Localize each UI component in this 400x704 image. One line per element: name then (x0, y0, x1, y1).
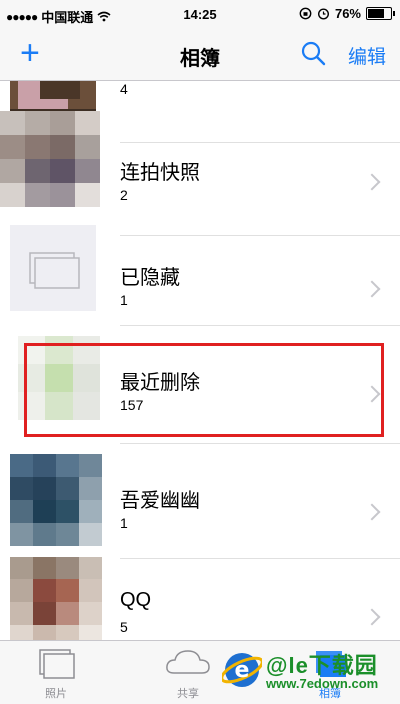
album-thumbnail (18, 336, 100, 420)
chevron-right-icon (363, 385, 381, 403)
album-row-hidden[interactable]: 已隐藏 1 (0, 213, 400, 326)
album-count: 4 (120, 81, 128, 97)
tab-shared[interactable]: 共享 (148, 647, 228, 700)
tab-label: 共享 (177, 688, 199, 700)
album-count: 5 (120, 619, 128, 635)
chevron-right-icon (363, 280, 381, 298)
album-count: 1 (120, 515, 128, 531)
search-icon[interactable] (300, 40, 326, 66)
album-row-burst[interactable]: 连拍快照 2 (0, 106, 400, 236)
photos-tab-icon (39, 649, 75, 679)
album-name: 连拍快照 (120, 162, 200, 184)
album-count: 1 (120, 292, 128, 308)
album-name: 最近删除 (120, 372, 200, 394)
nav-bar: + 相簿 编辑 (0, 28, 400, 81)
album-row[interactable]: 吾爱幽幽 1 (0, 444, 400, 559)
album-name: 已隐藏 (120, 267, 180, 289)
ie-logo-icon: e (222, 653, 262, 687)
watermark: e @le下载园 www.7edown.com (222, 644, 398, 700)
album-thumbnail (10, 557, 102, 640)
svg-text:e: e (235, 658, 250, 683)
chevron-right-icon (363, 608, 381, 626)
rotation-lock-icon (299, 7, 312, 20)
album-count: 157 (120, 397, 144, 413)
battery-icon (366, 7, 395, 20)
album-list[interactable]: 4 连拍快照 2 已隐藏 1 最近删除 157 吾爱幽幽 1 QQ 5 (0, 81, 400, 640)
album-row-recently-deleted[interactable]: 最近删除 157 (0, 326, 400, 444)
chevron-right-icon (363, 503, 381, 521)
chevron-right-icon (363, 173, 381, 191)
cloud-icon (166, 650, 210, 674)
battery-percent: 76% (334, 6, 361, 21)
battery-fill (368, 9, 385, 18)
tab-label: 照片 (45, 688, 67, 700)
album-count: 2 (120, 187, 128, 203)
album-row-qq[interactable]: QQ 5 (0, 553, 400, 640)
watermark-url: www.7edown.com (266, 676, 379, 691)
edit-button[interactable]: 编辑 (348, 42, 386, 69)
alarm-icon (317, 8, 329, 20)
status-right: 76% (299, 6, 395, 21)
album-thumbnail (10, 454, 102, 546)
page-title: 相簿 (180, 48, 220, 70)
album-thumbnail (0, 111, 100, 207)
status-bar: ●●●●● 中国联通 14:25 76% (0, 0, 400, 28)
hidden-album-icon (10, 225, 96, 311)
tab-photos[interactable]: 照片 (16, 647, 96, 700)
album-name: 吾爱幽幽 (120, 490, 200, 512)
album-name: QQ (120, 589, 152, 611)
